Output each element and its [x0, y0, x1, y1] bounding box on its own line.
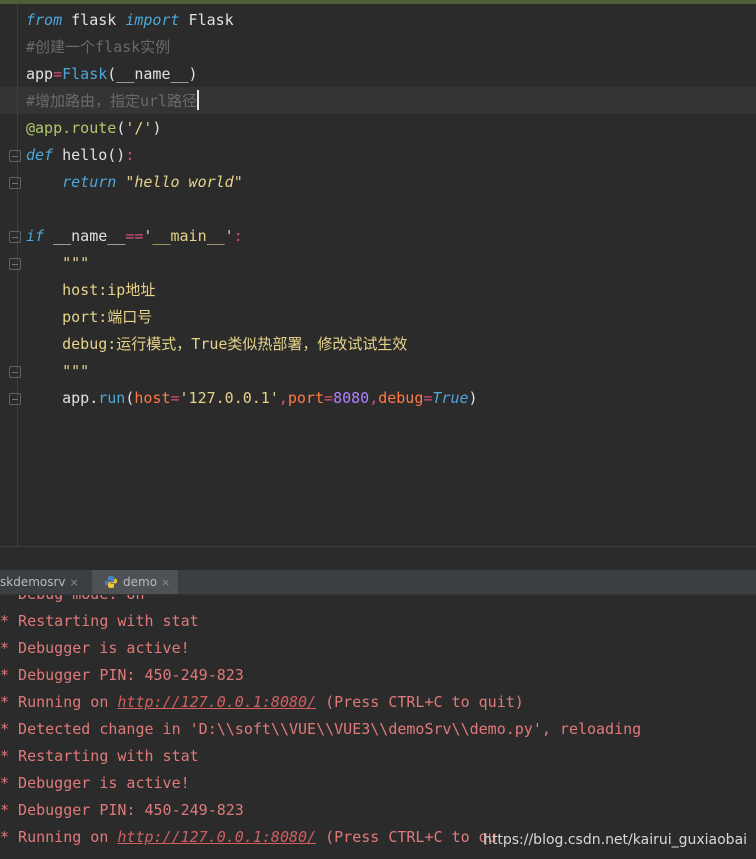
code-text: (__name__)	[107, 65, 198, 83]
code-line-15[interactable]: app.run(host='127.0.0.1',port=8080,debug…	[26, 385, 478, 412]
console-line: * Detected change in 'D:\\soft\\VUE\\VUE…	[0, 720, 642, 738]
string-literal: '__main__'	[143, 227, 234, 245]
param-name: port	[287, 389, 325, 407]
code-text: __name__	[44, 227, 126, 245]
console-line: * Restarting with stat	[0, 747, 199, 765]
code-line-3[interactable]: app=Flask(__name__)	[26, 61, 198, 88]
comma: ,	[369, 389, 379, 407]
comment: #增加路由，指定url路径	[26, 92, 198, 110]
docstring: port:端口号	[26, 308, 153, 326]
function-name: Flask	[62, 65, 108, 83]
code-line-7[interactable]: return "hello world"	[26, 169, 243, 196]
code-line-5[interactable]: @app.route('/')	[26, 115, 161, 142]
code-text: app.	[62, 389, 99, 407]
comma: ,	[278, 389, 288, 407]
run-console[interactable]: * Debug mode: on * Restarting with stat …	[0, 595, 756, 859]
fold-marker-icon[interactable]	[9, 366, 21, 378]
keyword: def	[26, 146, 54, 164]
console-line: * Debug mode: on	[0, 595, 145, 608]
fold-marker-icon[interactable]	[9, 258, 21, 270]
code-line-9[interactable]: if __name__=='__main__':	[26, 223, 243, 250]
close-icon[interactable]: ×	[161, 576, 170, 589]
string-literal: '127.0.0.1'	[179, 389, 279, 407]
code-line-13[interactable]: debug:运行模式，True类似热部署，修改试试生效	[26, 331, 407, 358]
watermark-text: https://blog.csdn.net/kairui_guxiaobai	[483, 832, 748, 848]
code-text: (	[116, 119, 126, 137]
python-icon	[105, 576, 117, 588]
console-line: * Debugger is active!	[0, 639, 190, 657]
console-text: * Running on	[0, 693, 118, 711]
comment: #创建一个flask实例	[26, 38, 171, 56]
code-text: flask	[62, 11, 126, 29]
code-text: )	[468, 389, 478, 407]
docstring: """	[26, 362, 90, 380]
param-name: host	[134, 389, 171, 407]
code-line-4[interactable]: #增加路由，指定url路径	[26, 88, 200, 115]
code-line-14[interactable]: """	[26, 358, 89, 385]
console-text: * Running on	[0, 828, 118, 846]
operator: :	[125, 146, 135, 164]
code-line-2[interactable]: #创建一个flask实例	[26, 34, 170, 61]
keyword: from	[26, 11, 63, 29]
close-icon[interactable]: ×	[70, 576, 79, 589]
code-text: Flask	[179, 11, 234, 29]
console-url-link[interactable]: http://127.0.0.1:8080/	[117, 828, 316, 846]
fold-marker-icon[interactable]	[9, 150, 21, 162]
keyword: if	[26, 227, 45, 245]
param-name: debug	[378, 389, 424, 407]
code-text: app	[26, 65, 54, 83]
fold-marker-icon[interactable]	[9, 393, 21, 405]
panel-divider[interactable]	[0, 546, 756, 571]
code-text: hello()	[53, 146, 126, 164]
operator: :	[233, 227, 243, 245]
console-line: * Running on http://127.0.0.1:8080/ (Pre…	[0, 689, 524, 716]
tab-label: demo	[123, 575, 158, 589]
decorator: @app.route	[26, 119, 117, 137]
keyword: return	[62, 173, 117, 191]
tab-skdemosrv[interactable]: skdemosrv ×	[0, 570, 90, 594]
console-line: * Debugger is active!	[0, 774, 190, 792]
console-line: * Running on http://127.0.0.1:8080/ (Pre…	[0, 824, 497, 851]
code-line-11[interactable]: host:ip地址	[26, 277, 155, 304]
console-text: (Press CTRL+C to qu	[316, 828, 497, 846]
console-url-link[interactable]: http://127.0.0.1:8080/	[117, 693, 316, 711]
operator: ==	[125, 227, 144, 245]
tab-label: skdemosrv	[0, 575, 66, 589]
fold-marker-icon[interactable]	[9, 231, 21, 243]
tab-demo[interactable]: demo ×	[92, 570, 178, 594]
code-editor[interactable]: from flask import Flask #创建一个flask实例 app…	[0, 4, 756, 546]
string-literal: '/'	[125, 119, 153, 137]
bool-literal: True	[432, 389, 469, 407]
console-line: * Debugger PIN: 450-249-823	[0, 801, 244, 819]
operator: =	[170, 389, 180, 407]
function-name: run	[98, 389, 126, 407]
gutter-border	[17, 4, 18, 546]
code-line-12[interactable]: port:端口号	[26, 304, 152, 331]
operator: =	[324, 389, 334, 407]
number-literal: 8080	[333, 389, 370, 407]
operator: =	[53, 65, 63, 83]
fold-marker-icon[interactable]	[9, 177, 21, 189]
text-caret	[197, 90, 200, 110]
code-line-10[interactable]: """	[26, 250, 89, 277]
console-text: (Press CTRL+C to quit)	[316, 693, 524, 711]
docstring: """	[26, 254, 90, 272]
run-tab-bar: skdemosrv × demo ×	[0, 570, 756, 595]
docstring: debug:运行模式，True类似热部署，修改试试生效	[26, 335, 408, 353]
code-line-6[interactable]: def hello():	[26, 142, 134, 169]
docstring: host:ip地址	[26, 281, 156, 299]
keyword: import	[125, 11, 180, 29]
code-line-1[interactable]: from flask import Flask	[26, 7, 234, 34]
console-line: * Restarting with stat	[0, 612, 199, 630]
string-literal: "hello world"	[125, 173, 243, 191]
console-line: * Debugger PIN: 450-249-823	[0, 666, 244, 684]
code-text: )	[152, 119, 162, 137]
